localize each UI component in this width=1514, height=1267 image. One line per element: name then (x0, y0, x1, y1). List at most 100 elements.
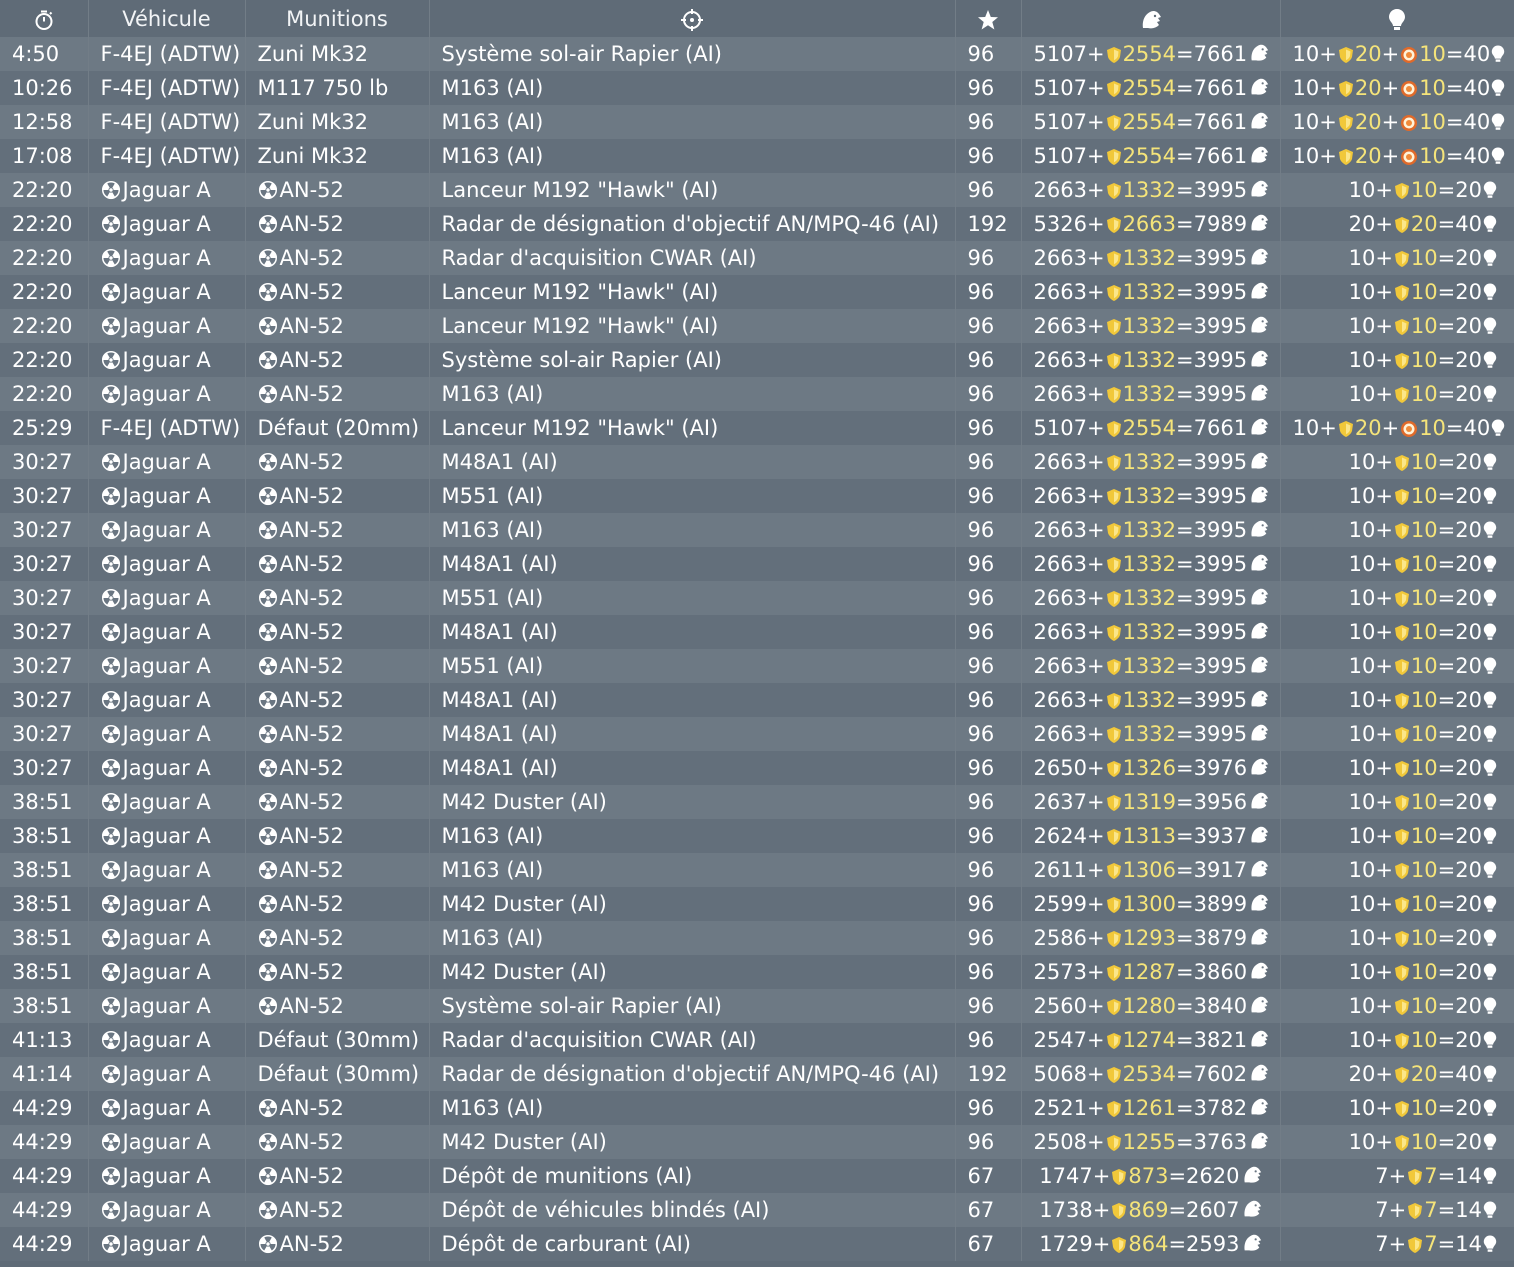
table-row[interactable]: 22:20 Jaguar A AN-52 M163 (AI) 96 2663+ 1332=3… (0, 377, 1514, 411)
premium-bonus-icon (1394, 863, 1409, 879)
nuclear-icon (101, 351, 120, 370)
table-row[interactable]: 17:08 F-4EJ (ADTW) Zuni Mk32 M163 (AI) 96 510… (0, 139, 1514, 173)
sl-bonus: 1300 (1122, 892, 1177, 916)
score-cell: 67 (954, 1227, 1021, 1261)
score-cell: 96 (954, 853, 1021, 887)
rp-base: 10 (1348, 824, 1376, 848)
research-cell: 10+ 10=20 (1279, 955, 1514, 989)
rp-base: 10 (1292, 144, 1320, 168)
premium-bonus-icon (1106, 863, 1121, 879)
silver-lions-cell: 2663+ 1332=3995 (1020, 445, 1280, 479)
lightbulb-icon (1483, 657, 1497, 674)
table-row[interactable]: 30:27 Jaguar A AN-52 M551 (AI) 96 2663+ 1332=3… (0, 649, 1514, 683)
munitions-header[interactable]: Munitions (244, 0, 429, 37)
nuclear-icon (258, 963, 277, 982)
table-row[interactable]: 44:29 Jaguar A AN-52 M163 (AI) 96 2521+ 1261=3… (0, 1091, 1514, 1125)
table-row[interactable]: 30:27 Jaguar A AN-52 M163 (AI) 96 2663+ 1332=3… (0, 513, 1514, 547)
table-row[interactable]: 44:29 Jaguar A AN-52 Dépôt de véhicules bli… (0, 1193, 1514, 1227)
time-cell: 38:51 (0, 921, 88, 955)
table-row[interactable]: 38:51 Jaguar A AN-52 M163 (AI) 96 2586+ 1293=3… (0, 921, 1514, 955)
nuclear-icon (101, 249, 120, 268)
nuclear-icon (258, 385, 277, 404)
table-row[interactable]: 22:20 Jaguar A AN-52 Radar de désignation d… (0, 207, 1514, 241)
rp-total: 40 (1463, 76, 1491, 100)
premium-bonus-icon (1106, 217, 1121, 233)
nuclear-icon (258, 1235, 277, 1254)
table-row[interactable]: 30:27 Jaguar A AN-52 M551 (AI) 96 2663+ 1332=3… (0, 581, 1514, 615)
table-row[interactable]: 10:26 F-4EJ (ADTW) M117 750 lb M163 (AI) 96 5… (0, 71, 1514, 105)
munition-name: AN-52 (279, 620, 344, 644)
table-row[interactable]: 38:51 Jaguar A AN-52 M163 (AI) 96 2611+ 1306=3… (0, 853, 1514, 887)
vehicle-cell: Jaguar A (87, 615, 245, 649)
sl-base: 5107 (1033, 42, 1087, 66)
table-row[interactable]: 30:27 Jaguar A AN-52 M48A1 (AI) 96 2663+ 1332=… (0, 683, 1514, 717)
premium-bonus-icon (1394, 693, 1409, 709)
research-header[interactable] (1279, 0, 1514, 37)
vehicle-cell: F-4EJ (ADTW) (87, 139, 245, 173)
research-cell: 10+ 10=20 (1279, 513, 1514, 547)
table-row[interactable]: 22:20 Jaguar A AN-52 Lanceur M192 "Hawk" (A… (0, 309, 1514, 343)
rp-bonus: 10 (1410, 994, 1438, 1018)
silver-lions-header[interactable] (1020, 0, 1280, 37)
premium-bonus-icon (1394, 795, 1409, 811)
table-row[interactable]: 44:29 Jaguar A AN-52 Dépôt de carburant (AI… (0, 1227, 1514, 1261)
time-cell: 41:13 (0, 1023, 88, 1057)
silver-lions-cell: 1738+ 869=2607 (1020, 1193, 1280, 1227)
table-row[interactable]: 22:20 Jaguar A AN-52 Lanceur M192 "Hawk" (A… (0, 173, 1514, 207)
table-row[interactable]: 41:13 Jaguar A Défaut (30mm) Radar d'acquis… (0, 1023, 1514, 1057)
table-row[interactable]: 22:20 Jaguar A AN-52 Lanceur M192 "Hawk" (A… (0, 275, 1514, 309)
table-row[interactable]: 22:20 Jaguar A AN-52 Système sol-air Rapier… (0, 343, 1514, 377)
table-row[interactable]: 30:27 Jaguar A AN-52 M48A1 (AI) 96 2663+ 1332=… (0, 547, 1514, 581)
table-row[interactable]: 38:51 Jaguar A AN-52 M163 (AI) 96 2624+ 1313=3… (0, 819, 1514, 853)
research-cell: 10+ 10=20 (1279, 819, 1514, 853)
target-cell: Dépôt de munitions (AI) (428, 1159, 955, 1193)
lightbulb-icon (1483, 1031, 1497, 1048)
rp-total: 14 (1455, 1232, 1482, 1256)
table-row[interactable]: 44:29 Jaguar A AN-52 Dépôt de munitions (AI… (0, 1159, 1514, 1193)
table-row[interactable]: 30:27 Jaguar A AN-52 M48A1 (AI) 96 2663+ 1332=… (0, 615, 1514, 649)
premium-bonus-icon (1394, 897, 1409, 913)
table-row[interactable]: 12:58 F-4EJ (ADTW) Zuni Mk32 M163 (AI) 96 510… (0, 105, 1514, 139)
sl-total: 7661 (1193, 110, 1248, 134)
premium-bonus-icon (1394, 183, 1409, 199)
munition-cell: AN-52 (244, 1125, 429, 1159)
nuclear-icon (101, 827, 120, 846)
munition-cell: AN-52 (244, 615, 429, 649)
score-cell: 96 (954, 989, 1021, 1023)
time-cell: 38:51 (0, 853, 88, 887)
vehicle-name: Jaguar A (122, 926, 211, 950)
sl-base: 5107 (1033, 110, 1087, 134)
nuclear-icon (101, 1235, 120, 1254)
munition-name: AN-52 (279, 688, 344, 712)
table-row[interactable]: 30:27 Jaguar A AN-52 M48A1 (AI) 96 2650+ 1326=… (0, 751, 1514, 785)
target-header[interactable] (428, 0, 955, 37)
time-header[interactable] (0, 0, 88, 37)
target-cell: M163 (AI) (428, 513, 955, 547)
sl-bonus: 1293 (1122, 926, 1177, 950)
munition-cell: AN-52 (244, 309, 429, 343)
table-row[interactable]: 41:14 Jaguar A Défaut (30mm) Radar de désig… (0, 1057, 1514, 1091)
table-row[interactable]: 38:51 Jaguar A AN-52 M42 Duster (AI) 96 2637+… (0, 785, 1514, 819)
table-row[interactable]: 44:29 Jaguar A AN-52 M42 Duster (AI) 96 2508+… (0, 1125, 1514, 1159)
table-row[interactable]: 30:27 Jaguar A AN-52 M551 (AI) 96 2663+ 1332=3… (0, 479, 1514, 513)
table-row[interactable]: 38:51 Jaguar A AN-52 Système sol-air Rapier… (0, 989, 1514, 1023)
lightbulb-icon (1483, 351, 1497, 368)
vehicle-header[interactable]: Véhicule (87, 0, 245, 37)
table-row[interactable]: 25:29 F-4EJ (ADTW) Défaut (20mm) Lanceur M1… (0, 411, 1514, 445)
table-row[interactable]: 30:27 Jaguar A AN-52 M48A1 (AI) 96 2663+ 1332=… (0, 445, 1514, 479)
score-header[interactable] (954, 0, 1021, 37)
time-cell: 38:51 (0, 785, 88, 819)
sl-bonus: 1332 (1122, 552, 1177, 576)
table-row[interactable]: 22:20 Jaguar A AN-52 Radar d'acquisition CW… (0, 241, 1514, 275)
rp-bonus: 10 (1410, 654, 1438, 678)
table-row[interactable]: 38:51 Jaguar A AN-52 M42 Duster (AI) 96 2573+… (0, 955, 1514, 989)
rp-base: 10 (1348, 178, 1376, 202)
table-row[interactable]: 38:51 Jaguar A AN-52 M42 Duster (AI) 96 2599+… (0, 887, 1514, 921)
munition-name: AN-52 (279, 1198, 344, 1222)
nuclear-icon (258, 623, 277, 642)
munition-name: AN-52 (279, 1096, 344, 1120)
research-cell: 10+ 10=20 (1279, 853, 1514, 887)
table-row[interactable]: 30:27 Jaguar A AN-52 M48A1 (AI) 96 2663+ 1332=… (0, 717, 1514, 751)
table-row[interactable]: 4:50 F-4EJ (ADTW) Zuni Mk32 Système sol-air… (0, 37, 1514, 71)
rp-bonus: 20 (1410, 212, 1438, 236)
